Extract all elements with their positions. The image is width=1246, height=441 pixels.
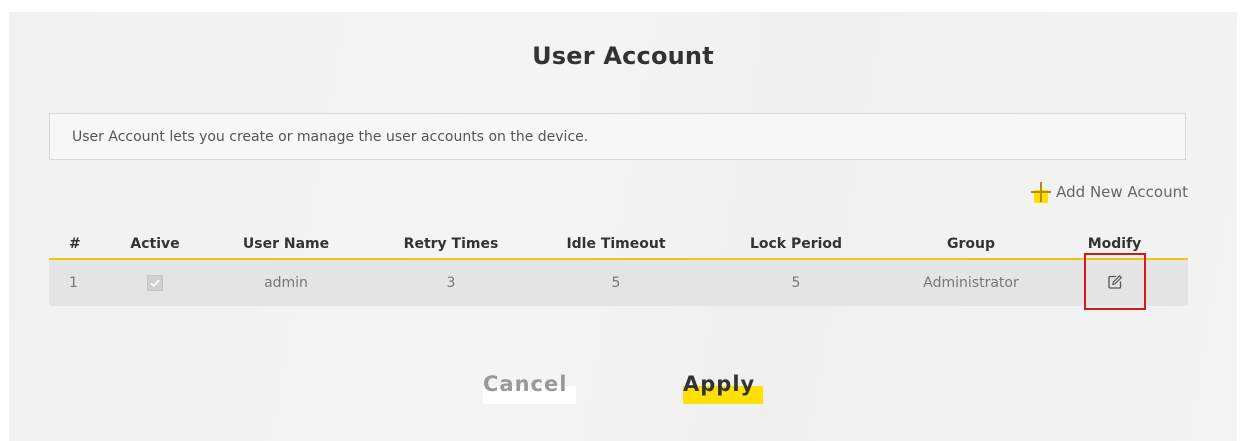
description-text: User Account lets you create or manage t…	[72, 128, 589, 145]
lock-period-cell: 5	[791, 275, 801, 291]
checkmark-icon	[150, 279, 160, 288]
group-cell: Administrator	[923, 275, 1019, 291]
cancel-button[interactable]: Cancel	[483, 364, 576, 404]
col-header-retry-times: Retry Times	[403, 236, 499, 252]
retry-times-cell: 3	[446, 275, 456, 291]
table-row: 1 admin 3 5 5 Administrator	[49, 253, 1188, 310]
user-account-table: # Active User Name Retry Times Idle Time…	[49, 230, 1188, 310]
add-new-account-label: Add New Account	[1056, 183, 1188, 201]
user-account-panel: User Account User Account lets you creat…	[9, 12, 1237, 441]
plus-icon	[1031, 182, 1052, 203]
col-header-index: #	[69, 236, 81, 252]
modify-button[interactable]	[1083, 253, 1146, 310]
add-new-account-button[interactable]: Add New Account	[1031, 182, 1188, 203]
col-header-user-name: User Name	[242, 236, 330, 252]
col-header-lock-period: Lock Period	[749, 236, 843, 252]
page-title: User Account	[532, 42, 714, 70]
col-header-modify: Modify	[1087, 236, 1142, 252]
apply-button[interactable]: Apply	[683, 364, 763, 404]
col-header-group: Group	[946, 236, 995, 252]
col-header-idle-timeout: Idle Timeout	[566, 236, 666, 252]
col-header-active: Active	[130, 236, 180, 252]
active-cell	[99, 275, 211, 291]
user-name-cell: admin	[264, 275, 308, 291]
active-checkbox[interactable]	[147, 275, 163, 291]
modify-cell	[1041, 253, 1188, 310]
idle-timeout-cell: 5	[611, 275, 621, 291]
edit-icon	[1107, 274, 1122, 289]
row-index: 1	[69, 275, 78, 291]
description-box: User Account lets you create or manage t…	[49, 113, 1186, 160]
table-header: # Active User Name Retry Times Idle Time…	[49, 230, 1188, 260]
